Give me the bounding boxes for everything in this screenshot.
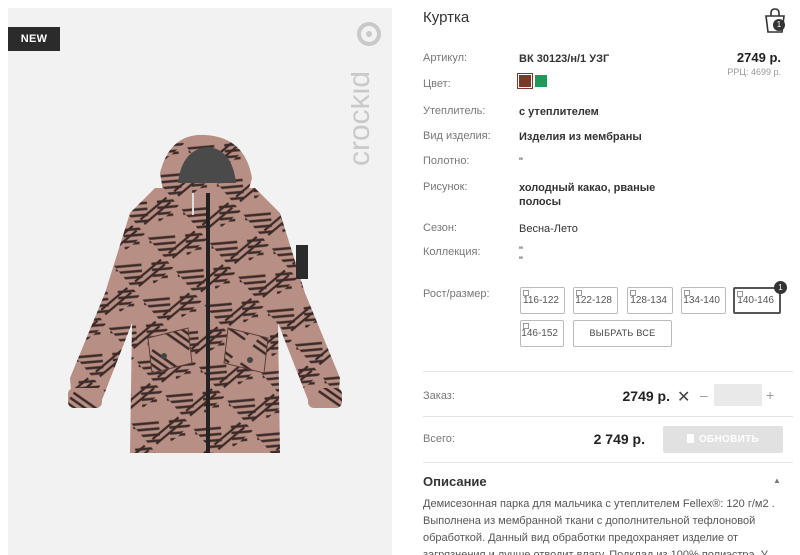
spec-label: Цвет: (423, 78, 451, 90)
size-option[interactable]: 122-128 (573, 287, 618, 314)
product-title: Куртка (423, 9, 470, 26)
product-image: NEW crockid (8, 8, 392, 555)
spec-value: с утеплителем (519, 106, 599, 118)
color-swatch-green[interactable] (535, 75, 547, 87)
divider (423, 371, 793, 372)
divider (423, 416, 793, 417)
size-option[interactable]: 116-122 (520, 287, 565, 314)
quantity-input[interactable] (714, 384, 762, 406)
quantity-decrement-button[interactable]: – (700, 387, 708, 403)
brand-logo: crockid (351, 22, 381, 166)
spec-label: Артикул: (423, 52, 468, 64)
total-price: 2 749 р. (593, 431, 645, 447)
collapse-icon[interactable]: ▲ (773, 476, 781, 485)
color-swatch-brown[interactable] (517, 73, 533, 89)
spec-value: Весна-Лето (519, 223, 578, 235)
cart-count-badge: 1 (773, 19, 785, 31)
update-button[interactable]: ОБНОВИТЬ (663, 426, 783, 453)
spec-label: Коллекция: (423, 246, 481, 258)
spec-value: " (519, 156, 523, 168)
jacket-photo (68, 134, 342, 453)
remove-order-button[interactable]: ✕ (677, 387, 690, 407)
size-option[interactable]: 128-134 (627, 287, 673, 314)
size-option-selected[interactable]: 140-146 (733, 287, 781, 314)
description-text: Демисезонная парка для мальчика с утепли… (423, 498, 775, 555)
spec-label: Утеплитель: (423, 105, 486, 117)
order-price: 2749 р. (622, 388, 670, 404)
divider (423, 462, 793, 463)
total-label: Всего: (423, 433, 455, 445)
order-label: Заказ: (423, 390, 455, 402)
quantity-increment-button[interactable]: + (766, 387, 774, 403)
basket-icon (686, 434, 694, 443)
size-selected-count: 1 (774, 281, 787, 294)
spec-value: ВК 30123/н/1 УЗГ (519, 53, 610, 65)
select-all-sizes-button[interactable]: ВЫБРАТЬ ВСЕ (573, 320, 672, 347)
new-badge: NEW (8, 27, 60, 51)
size-option[interactable]: 134-140 (681, 287, 726, 314)
spec-value: Изделия из мембраны (519, 131, 642, 143)
spec-label: Рисунок: (423, 181, 468, 193)
spec-label: Сезон: (423, 222, 457, 234)
product-rrp: РРЦ: 4699 р. (727, 67, 781, 77)
size-option[interactable]: 146-152 (520, 320, 564, 347)
svg-text:crockid: crockid (351, 71, 376, 166)
spec-label: Полотно: (423, 155, 470, 167)
spec-value: холодный какао, рваные полосы (519, 182, 656, 208)
description-title: Описание (423, 474, 487, 489)
size-label: Рост/размер: (423, 288, 490, 300)
spec-label: Вид изделия: (423, 130, 491, 142)
spec-value: " " (519, 245, 523, 267)
product-price: 2749 р. (736, 50, 781, 65)
